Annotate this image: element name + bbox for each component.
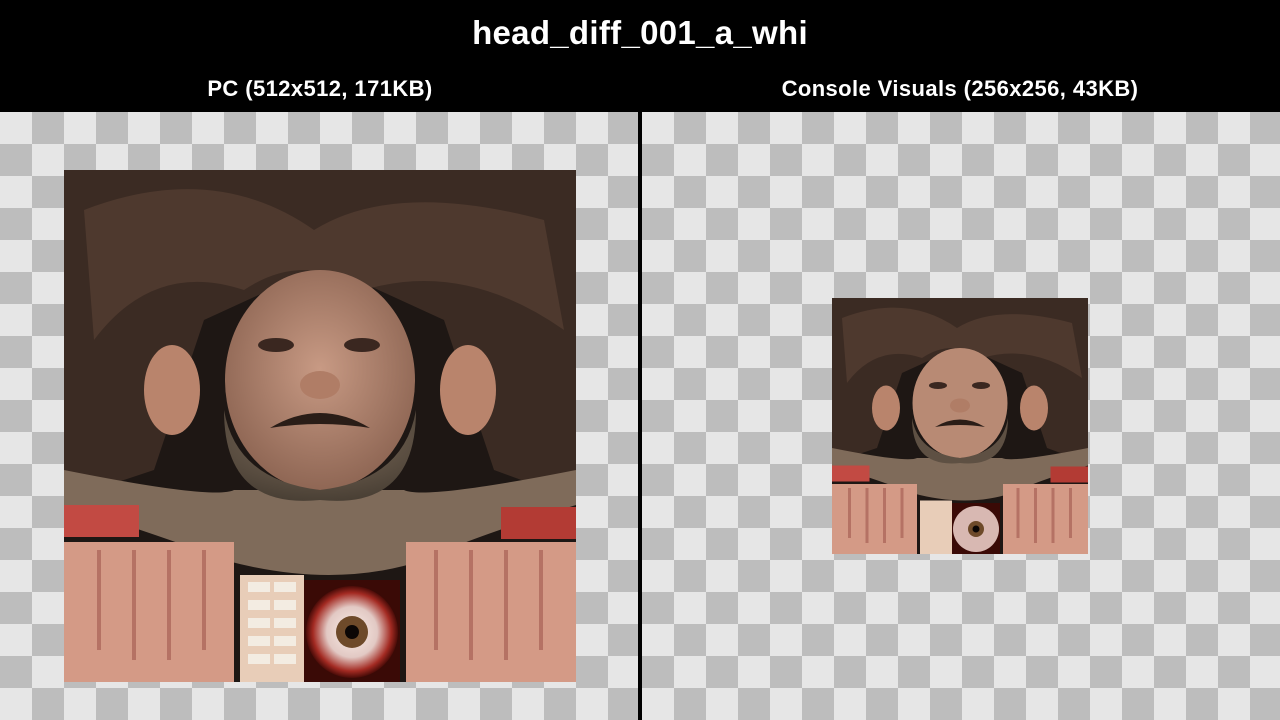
pc-pane-label: PC (512x512, 171KB) <box>207 76 433 101</box>
head-texture-atlas-pc <box>64 170 576 682</box>
console-pane-label: Console Visuals (256x256, 43KB) <box>781 76 1139 101</box>
texture-title: head_diff_001_a_whi <box>472 14 808 51</box>
head-texture-atlas-console <box>832 298 1088 554</box>
console-preview-pane <box>642 112 1280 720</box>
pc-preview-pane <box>0 112 638 720</box>
header-bar: head_diff_001_a_whi PC (512x512, 171KB) … <box>0 0 1280 112</box>
